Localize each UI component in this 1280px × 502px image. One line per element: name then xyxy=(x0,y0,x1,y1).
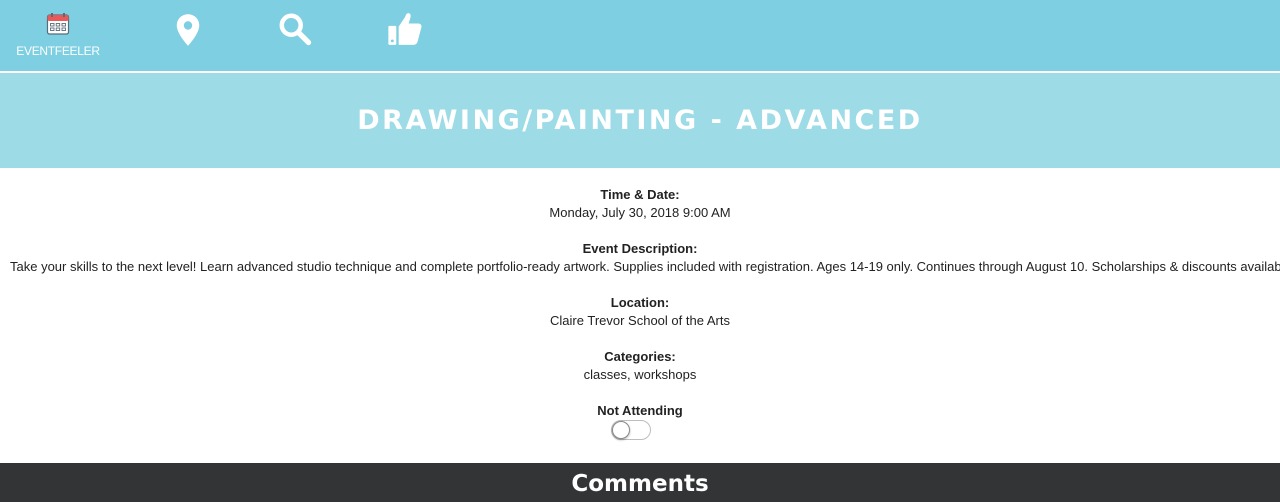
time-date-label: Time & Date: xyxy=(600,187,680,202)
map-pin-icon xyxy=(170,12,206,53)
description-value: Take your skills to the next level! Lear… xyxy=(10,259,1280,274)
categories-label: Categories: xyxy=(604,349,676,364)
brand-label: EVENTFEELER xyxy=(16,44,100,58)
attendance-toggle[interactable] xyxy=(611,420,651,440)
time-date-value: Monday, July 30, 2018 9:00 AM xyxy=(549,205,731,220)
top-navigation: EVENTFEELER xyxy=(0,0,1280,72)
description-field: Event Description: Take your skills to t… xyxy=(0,240,1280,276)
comments-title: Comments xyxy=(571,470,709,497)
categories-value: classes, workshops xyxy=(583,367,697,382)
location-label: Location: xyxy=(610,295,670,310)
search-icon xyxy=(277,11,313,52)
search-nav-button[interactable] xyxy=(277,11,313,52)
event-title: DRAWING/PAINTING - ADVANCED xyxy=(357,105,923,136)
map-nav-button[interactable] xyxy=(170,12,206,53)
description-label: Event Description: xyxy=(582,241,698,256)
time-date-field: Time & Date: Monday, July 30, 2018 9:00 … xyxy=(0,186,1280,222)
thumbs-up-icon xyxy=(386,10,424,53)
calendar-icon xyxy=(46,12,70,41)
like-nav-button[interactable] xyxy=(386,10,424,53)
location-field: Location: Claire Trevor School of the Ar… xyxy=(0,294,1280,330)
toggle-knob[interactable] xyxy=(612,421,630,439)
location-value: Claire Trevor School of the Arts xyxy=(550,313,730,328)
brand-link[interactable]: EVENTFEELER xyxy=(14,12,102,58)
categories-field: Categories: classes, workshops xyxy=(0,348,1280,384)
event-title-banner: DRAWING/PAINTING - ADVANCED xyxy=(0,73,1280,168)
attendance-field: Not Attending xyxy=(0,402,1280,420)
comments-header: Comments xyxy=(0,463,1280,502)
attendance-label: Not Attending xyxy=(597,403,683,418)
